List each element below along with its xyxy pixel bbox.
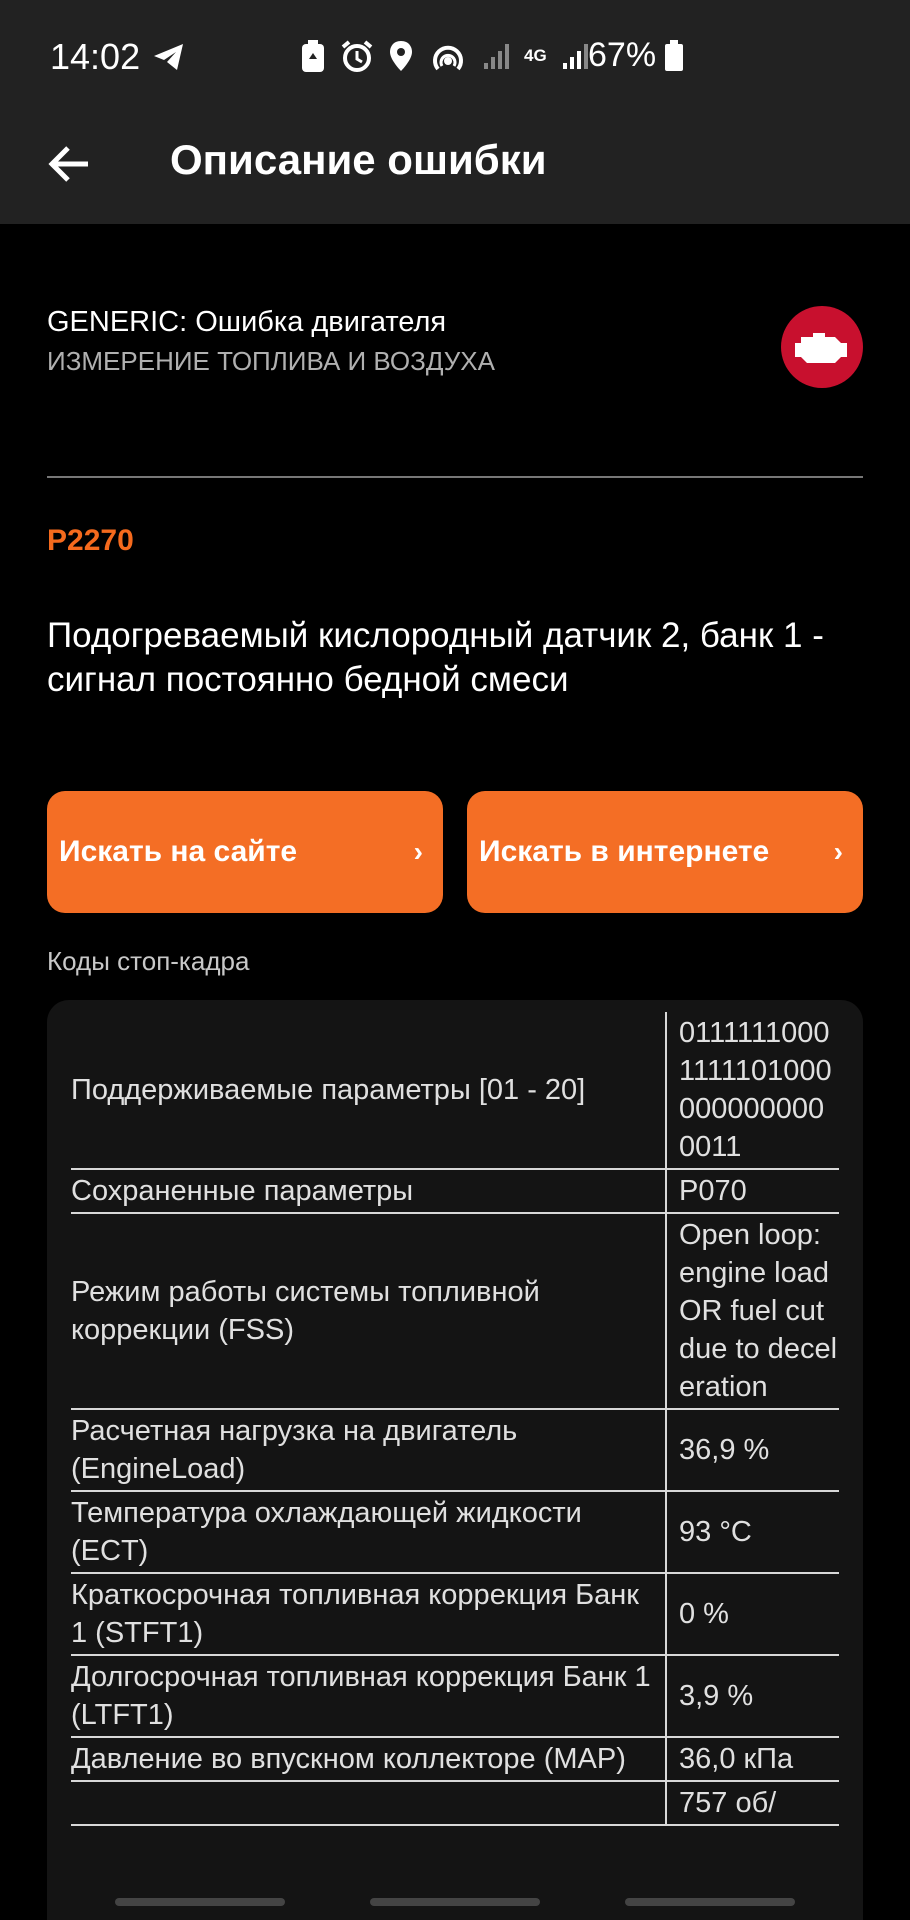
- table-row: Долгосрочная топливная коррекция Банк 1 …: [71, 1655, 839, 1738]
- nav-handle-left[interactable]: [115, 1898, 285, 1906]
- freeze-frame-label: Коды стоп-кадра: [47, 946, 250, 976]
- param-name: Поддерживаемые параметры [01 - 20]: [71, 1012, 666, 1170]
- back-arrow-icon: [48, 146, 88, 182]
- error-category: ИЗМЕРЕНИЕ ТОПЛИВА И ВОЗДУХА: [47, 346, 495, 376]
- param-value: 011111100011111010000000000000011: [665, 1012, 839, 1170]
- chevron-right-icon: ›: [413, 836, 423, 867]
- table-row: 757 об/: [71, 1781, 839, 1826]
- table-row: Сохраненные параметры P070: [71, 1169, 839, 1214]
- table-row: Температура охлаждающей жидкости (ECT) 9…: [71, 1491, 839, 1574]
- param-value: 36,0 кПа: [665, 1737, 839, 1782]
- table-row: Режим работы системы топливной коррекции…: [71, 1213, 839, 1410]
- gesture-nav-bar: [0, 1898, 910, 1908]
- freeze-frame-card[interactable]: Поддерживаемые параметры [01 - 20] 01111…: [47, 1000, 863, 1920]
- battery-percent: 67%: [588, 36, 657, 74]
- status-icons: 4G: [300, 36, 589, 76]
- param-name: Долгосрочная топливная коррекция Банк 1 …: [71, 1655, 666, 1738]
- freeze-frame-table: Поддерживаемые параметры [01 - 20] 01111…: [71, 1012, 839, 1826]
- param-value: Open loop: engine load OR fuel cut due t…: [665, 1213, 839, 1410]
- param-value: 3,9 %: [665, 1655, 839, 1738]
- param-name: Температура охлаждающей жидкости (ECT): [71, 1491, 666, 1574]
- battery-indicator: 67%: [588, 36, 684, 75]
- param-value: 36,9 %: [665, 1409, 839, 1492]
- nav-handle-right[interactable]: [625, 1898, 795, 1906]
- param-name: Расчетная нагрузка на двигатель (EngineL…: [71, 1409, 666, 1492]
- telegram-icon: [154, 44, 183, 70]
- param-name: Сохраненные параметры: [71, 1169, 666, 1214]
- network-type: 4G: [524, 46, 547, 65]
- param-name: [71, 1781, 666, 1826]
- signal-icon-2: [562, 44, 588, 69]
- nav-handle-center[interactable]: [370, 1898, 540, 1906]
- battery-saver-icon: [302, 40, 324, 72]
- table-row: Поддерживаемые параметры [01 - 20] 01111…: [71, 1012, 839, 1170]
- search-web-button[interactable]: Искать в интернете ›: [467, 791, 863, 913]
- search-site-button[interactable]: Искать на сайте ›: [47, 791, 443, 913]
- param-name: Краткосрочная топливная коррекция Банк 1…: [71, 1573, 666, 1656]
- param-name: Режим работы системы топливной коррекции…: [71, 1213, 666, 1410]
- param-name: Давление во впускном коллекторе (MAP): [71, 1737, 666, 1782]
- signal-icon-1: [484, 44, 509, 69]
- check-engine-icon: [795, 333, 847, 363]
- divider: [47, 476, 863, 478]
- search-web-label: Искать в интернете: [479, 835, 770, 868]
- param-value: 0 %: [665, 1573, 839, 1656]
- back-button[interactable]: [40, 134, 100, 194]
- alarm-icon: [341, 40, 373, 72]
- hotspot-icon: [433, 45, 463, 71]
- table-row: Расчетная нагрузка на двигатель (EngineL…: [71, 1409, 839, 1492]
- battery-icon: [665, 39, 684, 71]
- error-type: GENERIC: Ошибка двигателя: [47, 306, 447, 338]
- location-icon: [390, 41, 412, 71]
- status-time: 14:02: [50, 36, 141, 77]
- search-site-label: Искать на сайте: [59, 835, 298, 868]
- chevron-right-icon: ›: [833, 836, 843, 867]
- status-bar: 14:02 4G 67%: [0, 0, 910, 106]
- param-value: 757 об/: [665, 1781, 839, 1826]
- app-bar: Описание ошибки: [0, 106, 910, 224]
- engine-badge: [781, 306, 863, 388]
- table-row: Краткосрочная топливная коррекция Банк 1…: [71, 1573, 839, 1656]
- param-value: P070: [665, 1169, 839, 1214]
- param-value: 93 °C: [665, 1491, 839, 1574]
- table-row: Давление во впускном коллекторе (MAP) 36…: [71, 1737, 839, 1782]
- error-description: Подогреваемый кислородный датчик 2, банк…: [47, 616, 824, 699]
- page-title: Описание ошибки: [170, 136, 547, 183]
- error-code: P2270: [47, 524, 134, 557]
